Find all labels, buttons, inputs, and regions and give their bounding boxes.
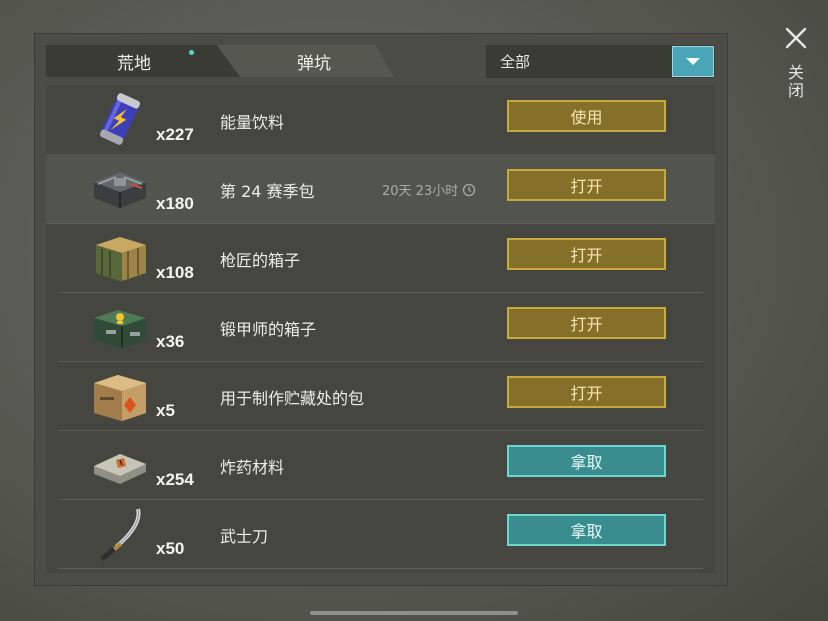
inventory-panel: 弹坑 荒地 全部 x227 能量饮料 使用 x180 第 24 赛季包 20天 … [34,33,728,586]
home-indicator[interactable] [310,611,518,615]
item-name: 能量饮料 [220,113,285,132]
notification-dot [189,50,194,55]
list-item: x50 武士刀 拿取 [58,499,703,569]
list-item: x108 枪匠的箱子 打开 [58,223,703,293]
item-list: x227 能量饮料 使用 x180 第 24 赛季包 20天 23小时 打开 x… [46,85,715,573]
close-icon[interactable] [784,26,808,50]
tab-wasteland[interactable]: 荒地 [46,45,240,77]
open-button[interactable]: 打开 [507,376,666,408]
list-item: x254 炸药材料 拿取 [58,430,703,500]
take-button[interactable]: 拿取 [507,514,666,546]
take-button[interactable]: 拿取 [507,445,666,477]
filter-selected-value: 全部 [500,53,531,71]
clock-icon [463,183,476,196]
cardboard-box-icon [94,375,146,421]
chevron-down-icon [686,58,700,65]
open-button[interactable]: 打开 [507,238,666,270]
tab-wasteland-label: 荒地 [117,53,151,74]
dropdown-toggle-button[interactable] [672,46,714,77]
timer-text: 20天 23小时 [382,184,459,199]
energy-drink-can-icon [99,93,141,145]
item-count: x108 [156,263,194,282]
item-name: 武士刀 [220,527,269,546]
list-item: x227 能量饮料 使用 [58,85,703,155]
filter-dropdown[interactable]: 全部 [486,45,715,78]
item-count: x227 [156,125,194,144]
timer: 20天 23小时 [382,180,476,199]
use-button[interactable]: 使用 [507,100,666,132]
katana-icon [100,508,141,561]
item-name: 用于制作贮藏处的包 [220,389,365,408]
open-button[interactable]: 打开 [507,169,666,201]
list-item: x180 第 24 赛季包 20天 23小时 打开 [46,154,715,224]
item-name: 枪匠的箱子 [220,251,301,270]
item-name: 炸药材料 [220,458,285,477]
item-count: x254 [156,470,194,489]
open-button[interactable]: 打开 [507,307,666,339]
close-label[interactable]: 关闭 [785,64,806,100]
tab-crater-label: 弹坑 [297,53,331,74]
explosive-brick-icon [94,454,146,484]
item-count: x50 [156,539,185,558]
list-item: x5 用于制作贮藏处的包 打开 [58,361,703,431]
season-pack-icon [94,172,146,208]
list-item: x36 锻甲师的箱子 打开 [58,292,703,362]
wooden-crate-icon [96,237,146,281]
item-count: x5 [156,401,175,420]
item-count: x180 [156,194,194,213]
item-count: x36 [156,332,185,351]
item-name: 锻甲师的箱子 [220,320,317,339]
green-chest-icon [94,310,146,348]
item-name: 第 24 赛季包 [220,182,315,201]
